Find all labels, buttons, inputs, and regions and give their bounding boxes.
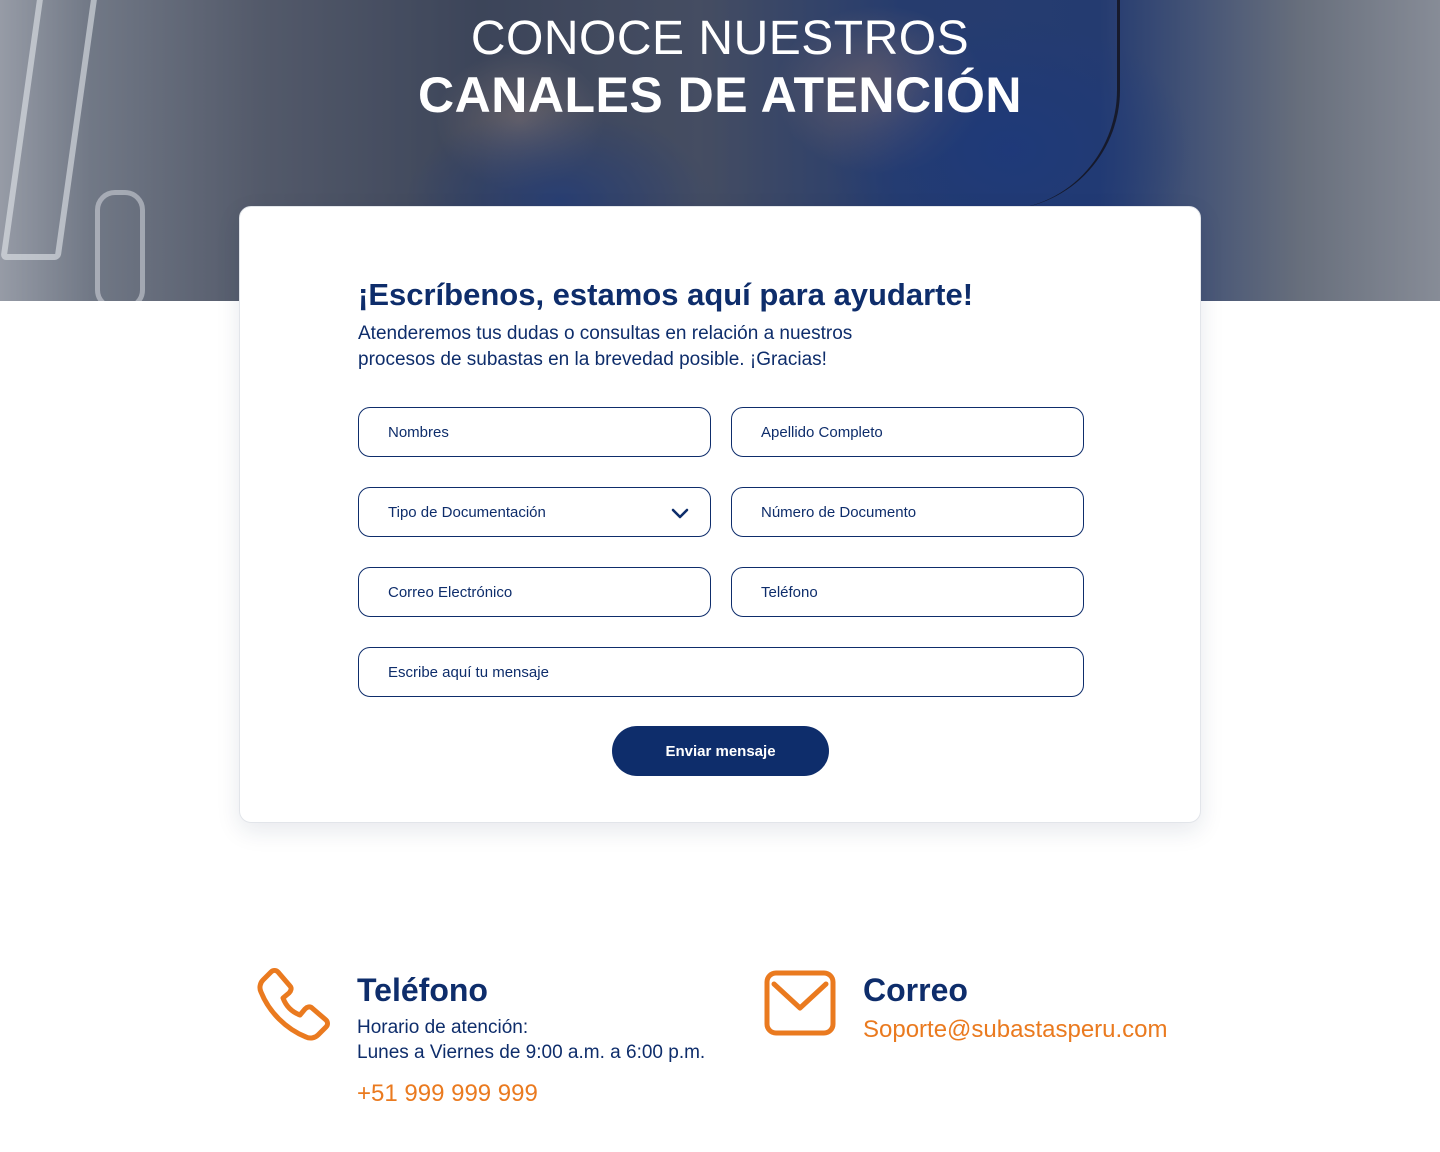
apellido-field[interactable]: Apellido Completo [731, 407, 1084, 457]
tipo-documento-select[interactable]: Tipo de Documentación [358, 487, 711, 537]
numero-documento-placeholder: Número de Documento [761, 503, 917, 521]
mail-icon [764, 970, 836, 1036]
phone-hours: Lunes a Viernes de 9:00 a.m. a 6:00 p.m. [357, 1042, 706, 1063]
hero-title-line2: CANALES DE ATENCIÓN [418, 67, 1022, 123]
apellido-placeholder: Apellido Completo [761, 423, 883, 441]
mensaje-placeholder: Escribe aquí tu mensaje [388, 663, 549, 681]
email-title: Correo [863, 972, 968, 1008]
phone-icon [257, 968, 330, 1041]
nombres-placeholder: Nombres [388, 423, 449, 441]
tipo-documento-placeholder: Tipo de Documentación [388, 503, 546, 521]
telefono-field[interactable]: Teléfono [731, 567, 1084, 617]
telefono-placeholder: Teléfono [761, 583, 818, 601]
hero-title: CONOCE NUESTROS CANALES DE ATENCIÓN [0, 12, 1440, 124]
phone-number-link[interactable]: +51 999 999 999 [357, 1080, 538, 1108]
hero-photo-phone [95, 190, 145, 301]
nombres-field[interactable]: Nombres [358, 407, 711, 457]
chevron-down-icon[interactable] [670, 503, 690, 523]
numero-documento-field[interactable]: Número de Documento [731, 487, 1084, 537]
form-title: ¡Escríbenos, estamos aquí para ayudarte! [358, 277, 974, 312]
correo-placeholder: Correo Electrónico [388, 583, 513, 601]
form-subtitle: Atenderemos tus dudas o consultas en rel… [358, 323, 853, 370]
email-address-link[interactable]: Soporte@subastasperu.com [863, 1016, 1168, 1044]
mensaje-field[interactable]: Escribe aquí tu mensaje [358, 647, 1084, 697]
correo-field[interactable]: Correo Electrónico [358, 567, 711, 617]
enviar-mensaje-button[interactable]: Enviar mensaje [612, 726, 829, 776]
phone-title: Teléfono [357, 972, 488, 1008]
hero-title-line1: CONOCE NUESTROS [470, 12, 970, 65]
phone-hours-label: Horario de atención: [357, 1017, 529, 1038]
contact-form-card: ¡Escríbenos, estamos aquí para ayudarte!… [239, 206, 1201, 823]
